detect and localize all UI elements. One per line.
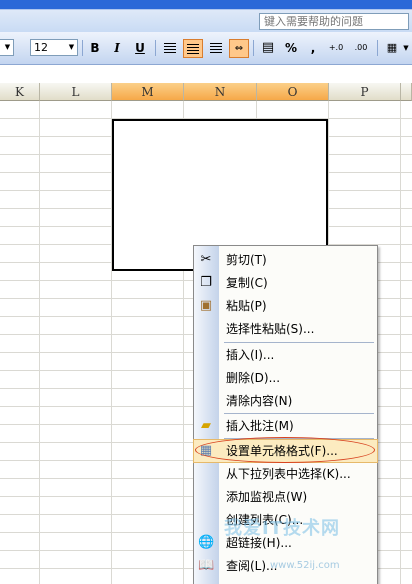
font-size-value: 12 [34, 41, 48, 54]
research-icon: 📖 [198, 558, 215, 573]
menu-item-paste-special[interactable]: 选择性粘贴(S)... [194, 318, 377, 340]
decrease-decimal-button[interactable]: .00 [350, 39, 372, 58]
underline-button[interactable]: U [130, 39, 150, 58]
comma-style-button[interactable]: , [303, 39, 323, 58]
menu-item-label: 粘贴(P) [226, 299, 267, 313]
menu-item-research[interactable]: 📖 查阅(L)... [194, 555, 377, 577]
menu-item-label: 剪切(T) [226, 253, 267, 267]
borders-icon: ▦ [386, 41, 398, 54]
column-header-o[interactable]: O [257, 83, 329, 101]
font-name-dropdown[interactable]: ▼ [0, 39, 14, 56]
chevron-down-icon: ▼ [4, 43, 11, 51]
currency-button[interactable]: ▤ [258, 39, 278, 58]
toolbar-separator [377, 40, 378, 56]
borders-button[interactable]: ▦ [382, 39, 402, 58]
menu-item-clear-contents[interactable]: 清除内容(N) [194, 390, 377, 412]
menu-item-label: 从下拉列表中选择(K)... [226, 467, 351, 481]
menu-item-delete[interactable]: 删除(D)... [194, 367, 377, 389]
chevron-down-icon: ▼ [68, 43, 75, 51]
align-left-icon [164, 43, 176, 53]
menu-item-label: 删除(D)... [226, 371, 281, 385]
menu-item-paste[interactable]: ▣ 粘贴(P) [194, 295, 377, 317]
menu-item-format-cells[interactable]: ▦ 设置单元格格式(F)... [193, 439, 378, 463]
menu-item-pick-from-list[interactable]: 从下拉列表中选择(K)... [194, 463, 377, 485]
column-header-n[interactable]: N [184, 83, 257, 101]
menu-separator [224, 438, 374, 439]
formatting-toolbar: ▼ 12 ▼ B I U ⇔ ▤ % , +.0 .00 ▦ ▼ [0, 32, 412, 65]
align-right-icon [210, 43, 222, 53]
currency-icon: ▤ [261, 40, 275, 55]
align-right-button[interactable] [206, 39, 226, 58]
font-size-dropdown[interactable]: 12 ▼ [30, 39, 78, 56]
menu-item-label: 清除内容(N) [226, 394, 293, 408]
menu-separator [224, 342, 374, 343]
percent-button[interactable]: % [281, 39, 301, 58]
scissors-icon: ✂ [200, 252, 212, 267]
format-cells-icon: ▦ [199, 443, 213, 458]
menu-item-label: 创建列表(C)... [226, 513, 304, 527]
merge-center-button[interactable]: ⇔ [229, 39, 249, 58]
bold-button[interactable]: B [85, 39, 105, 58]
italic-button[interactable]: I [107, 39, 127, 58]
paste-icon: ▣ [199, 298, 213, 313]
chevron-down-icon: ▼ [403, 44, 409, 52]
menu-item-label: 选择性粘贴(S)... [226, 322, 315, 336]
copy-icon: ❐ [200, 275, 212, 290]
menu-item-label: 插入(I)... [226, 348, 275, 362]
borders-dropdown[interactable]: ▼ [400, 39, 412, 58]
toolbar-separator [253, 40, 254, 56]
increase-decimal-button[interactable]: +.0 [325, 39, 347, 58]
hyperlink-icon: 🌐 [198, 535, 215, 550]
menu-item-create-list[interactable]: 创建列表(C)... [194, 509, 377, 531]
align-left-button[interactable] [160, 39, 180, 58]
comment-icon: ▰ [201, 418, 211, 433]
menu-item-label: 插入批注(M) [226, 419, 294, 433]
menu-separator [224, 413, 374, 414]
column-header-m[interactable]: M [112, 83, 184, 101]
menu-item-insert[interactable]: 插入(I)... [194, 344, 377, 366]
merge-center-icon: ⇔ [234, 43, 244, 54]
toolbar-separator [155, 40, 156, 56]
menu-item-cut[interactable]: ✂ 剪切(T) [194, 249, 377, 271]
menu-item-label: 复制(C) [226, 276, 268, 290]
menu-item-label: 查阅(L)... [226, 559, 278, 573]
align-center-icon [187, 44, 199, 54]
menu-item-copy[interactable]: ❐ 复制(C) [194, 272, 377, 294]
column-header-q[interactable] [401, 83, 412, 101]
column-header-l[interactable]: L [40, 83, 112, 101]
toolbar-separator [82, 40, 83, 56]
menu-item-add-watch[interactable]: 添加监视点(W) [194, 486, 377, 508]
align-center-button[interactable] [183, 39, 203, 58]
context-menu: ✂ 剪切(T) ❐ 复制(C) ▣ 粘贴(P) 选择性粘贴(S)... 插入(I… [193, 245, 378, 584]
column-header-k[interactable]: K [0, 83, 40, 101]
menu-item-label: 添加监视点(W) [226, 490, 308, 504]
column-header-p[interactable]: P [329, 83, 401, 101]
help-search-input[interactable] [259, 13, 409, 30]
menu-item-insert-comment[interactable]: ▰ 插入批注(M) [194, 415, 377, 437]
menu-item-label: 超链接(H)... [226, 536, 292, 550]
title-bar [0, 0, 412, 32]
menu-item-hyperlink[interactable]: 🌐 超链接(H)... [194, 532, 377, 554]
menu-item-label: 设置单元格格式(F)... [226, 444, 338, 458]
